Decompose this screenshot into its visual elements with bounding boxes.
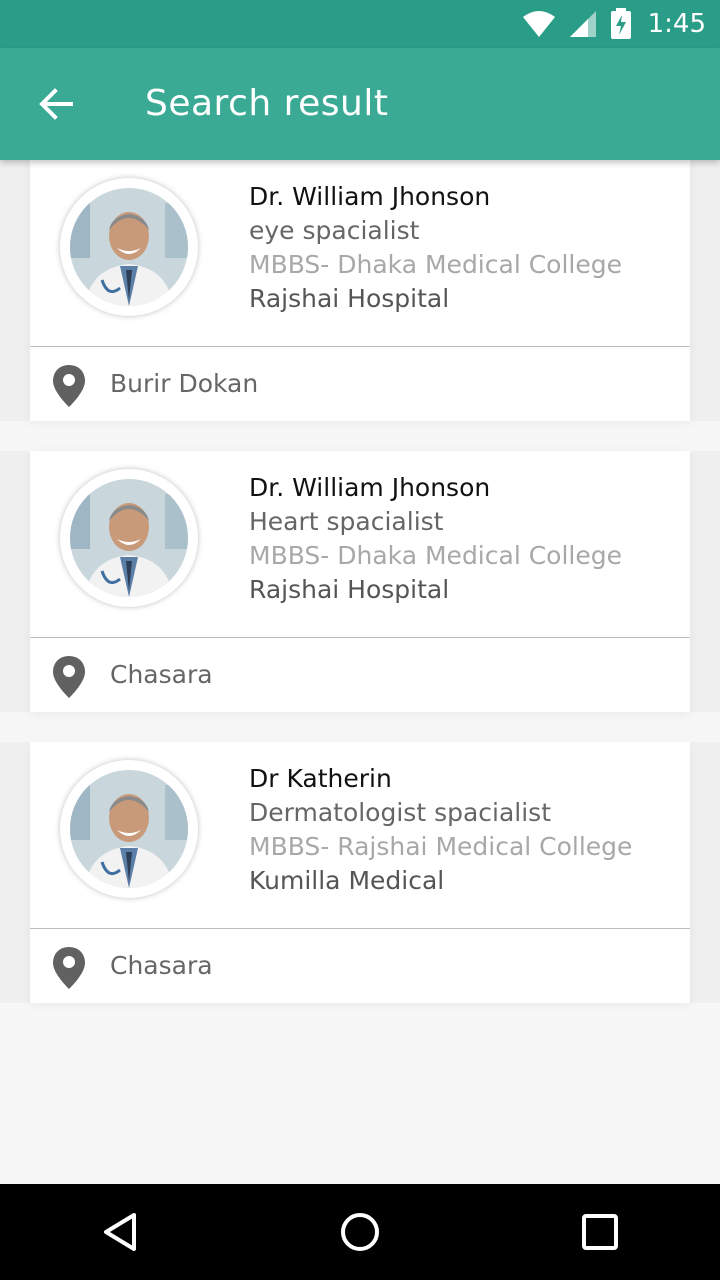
- doctor-location-row: Chasara: [30, 929, 690, 1003]
- doctor-location: Chasara: [110, 951, 213, 980]
- location-pin-icon: [53, 656, 85, 698]
- doctor-location-row: Chasara: [30, 638, 690, 712]
- avatar: [60, 178, 198, 316]
- battery-charging-icon: [610, 8, 631, 39]
- result-card-wrapper: Dr. William Jhonson eye spacialist MBBS-…: [0, 160, 720, 421]
- doctor-photo: [70, 479, 188, 597]
- doctor-card-header: Dr. William Jhonson eye spacialist MBBS-…: [30, 160, 690, 347]
- doctor-degree: MBBS- Dhaka Medical College: [249, 541, 622, 570]
- doctor-card-header: Dr. William Jhonson Heart spacialist MBB…: [30, 451, 690, 638]
- doctor-location-row: Burir Dokan: [30, 347, 690, 421]
- doctor-degree: MBBS- Rajshai Medical College: [249, 832, 633, 861]
- doctor-card-header: Dr Katherin Dermatologist spacialist MBB…: [30, 742, 690, 929]
- doctor-info: Dr. William Jhonson Heart spacialist MBB…: [249, 471, 622, 607]
- doctor-hospital: Kumilla Medical: [249, 866, 445, 895]
- results-list: Dr. William Jhonson eye spacialist MBBS-…: [0, 160, 720, 1033]
- avatar: [60, 469, 198, 607]
- doctor-speciality: Heart spacialist: [249, 507, 444, 536]
- result-card-wrapper: Dr Katherin Dermatologist spacialist MBB…: [0, 742, 720, 1003]
- app-bar: Search result: [0, 48, 720, 160]
- doctor-card[interactable]: Dr Katherin Dermatologist spacialist MBB…: [30, 742, 690, 1003]
- doctor-photo: [70, 188, 188, 306]
- doctor-location: Burir Dokan: [110, 369, 259, 398]
- status-time: 1:45: [647, 9, 706, 39]
- doctor-hospital: Rajshai Hospital: [249, 284, 450, 313]
- wifi-icon: [522, 11, 555, 37]
- doctor-card[interactable]: Dr. William Jhonson eye spacialist MBBS-…: [30, 160, 690, 421]
- doctor-info: Dr. William Jhonson eye spacialist MBBS-…: [249, 180, 622, 316]
- doctor-name: Dr. William Jhonson: [249, 473, 491, 502]
- back-button[interactable]: [26, 76, 86, 132]
- nav-recents-button[interactable]: [560, 1192, 640, 1272]
- doctor-degree: MBBS- Dhaka Medical College: [249, 250, 622, 279]
- doctor-name: Dr Katherin: [249, 764, 392, 793]
- location-pin-icon: [53, 365, 85, 407]
- back-triangle-icon: [104, 1213, 136, 1251]
- doctor-hospital: Rajshai Hospital: [249, 575, 450, 604]
- status-bar: 1:45: [0, 0, 720, 48]
- doctor-card[interactable]: Dr. William Jhonson Heart spacialist MBB…: [30, 451, 690, 712]
- avatar: [60, 760, 198, 898]
- doctor-speciality: Dermatologist spacialist: [249, 798, 552, 827]
- location-pin-icon: [53, 947, 85, 989]
- doctor-photo: [70, 770, 188, 888]
- system-nav-bar: [0, 1184, 720, 1280]
- doctor-info: Dr Katherin Dermatologist spacialist MBB…: [249, 762, 632, 898]
- result-card-wrapper: Dr. William Jhonson Heart spacialist MBB…: [0, 451, 720, 712]
- status-icons: 1:45: [522, 0, 706, 48]
- nav-home-button[interactable]: [320, 1192, 400, 1272]
- doctor-speciality: eye spacialist: [249, 216, 420, 245]
- page-title: Search result: [145, 83, 389, 124]
- home-circle-icon: [341, 1213, 379, 1251]
- nav-back-button[interactable]: [80, 1192, 160, 1272]
- arrow-back-icon: [39, 88, 73, 120]
- doctor-location: Chasara: [110, 660, 213, 689]
- doctor-name: Dr. William Jhonson: [249, 182, 491, 211]
- signal-icon: [569, 11, 596, 37]
- recents-square-icon: [582, 1214, 618, 1250]
